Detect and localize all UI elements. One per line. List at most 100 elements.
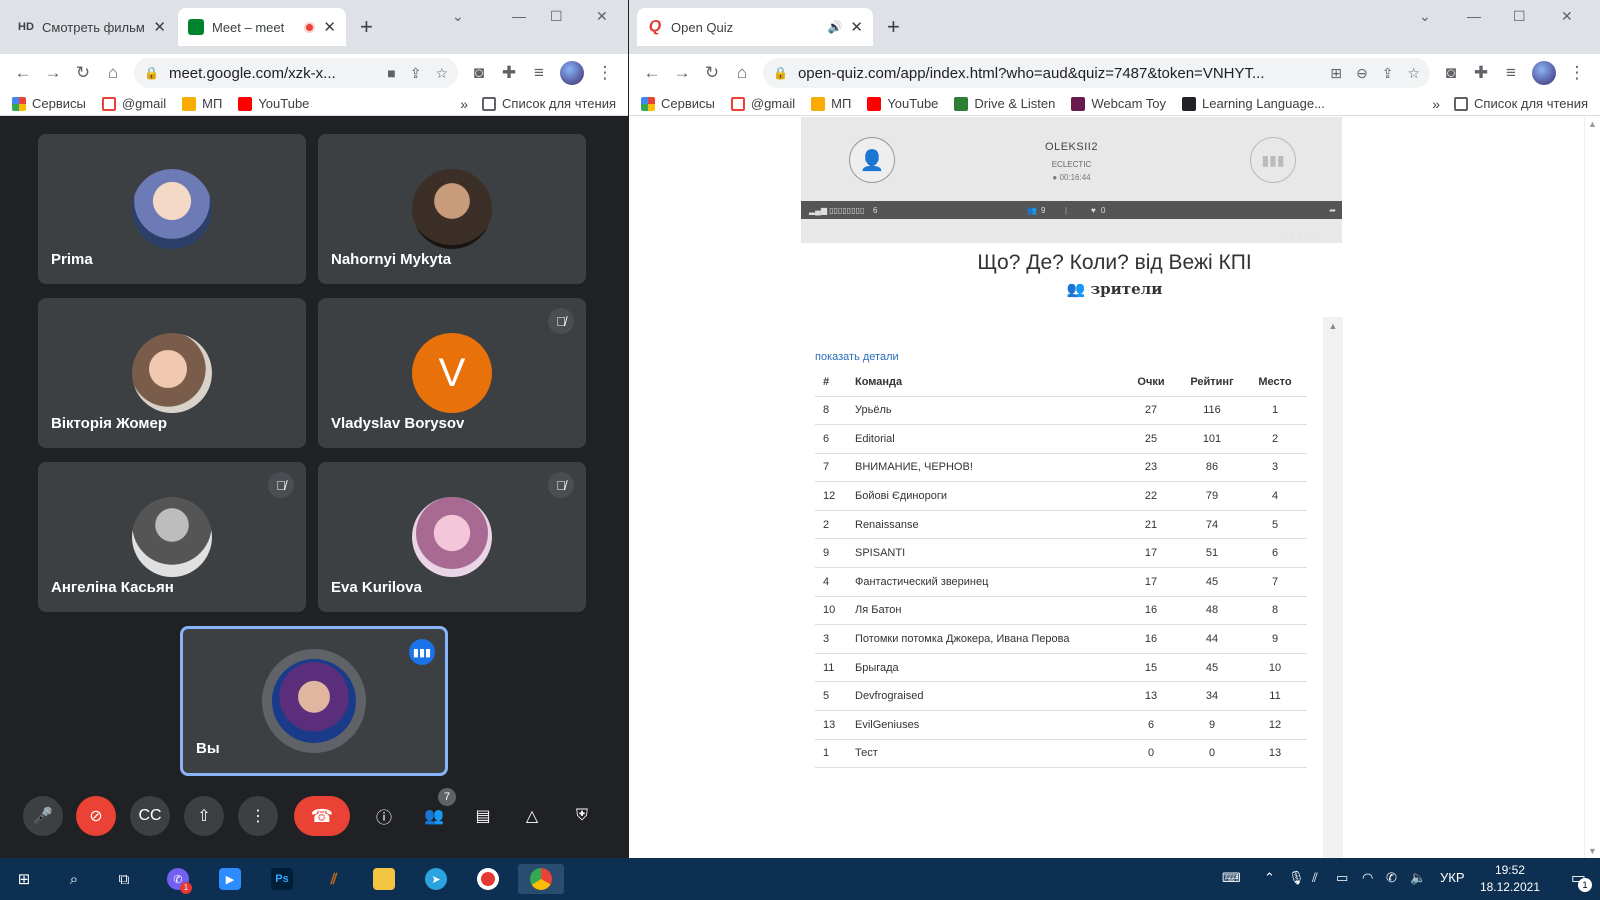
file-explorer-icon[interactable] — [368, 864, 400, 894]
minimize-icon[interactable]: — — [512, 8, 526, 24]
viber-icon[interactable]: ✆ 1 — [162, 864, 194, 894]
telegram-icon[interactable]: ➤ — [420, 864, 452, 894]
captions-button[interactable]: CC — [130, 796, 170, 836]
reading-list[interactable]: Список для чтения — [482, 96, 616, 111]
end-call-button[interactable]: ☎ — [294, 796, 350, 836]
close-icon[interactable]: ✕ — [850, 18, 863, 36]
back-icon[interactable]: ← — [637, 63, 667, 83]
bookmark-webcam-toy[interactable]: Webcam Toy — [1071, 96, 1166, 111]
close-icon[interactable]: ✕ — [323, 18, 336, 36]
tab-open-quiz[interactable]: Q Open Quiz 🔊 ✕ — [637, 8, 873, 46]
participant-tile[interactable]: Ангеліна Касьян 🎙̸ — [38, 462, 306, 612]
forward-icon[interactable]: → — [667, 63, 697, 83]
camera-off-button[interactable]: ⊘ — [76, 796, 116, 836]
task-view-icon[interactable]: ⧉ — [108, 864, 140, 894]
reading-list[interactable]: Список для чтения — [1454, 96, 1588, 111]
close-window-icon[interactable]: ✕ — [596, 8, 608, 25]
screenshot-icon[interactable]: ◙ — [464, 63, 494, 83]
winrar-tray-icon[interactable]: ⫽ — [1312, 870, 1318, 886]
address-bar[interactable]: 🔒 meet.google.com/xzk-x... ■ ⇪ ☆ — [134, 58, 458, 88]
back-icon[interactable]: ← — [8, 63, 38, 83]
heart-icon[interactable]: ♥ — [1091, 206, 1096, 215]
bookmark-gmail[interactable]: @gmail — [101, 96, 166, 111]
home-icon[interactable]: ⌂ — [727, 63, 757, 83]
tab-movie[interactable]: HD Смотреть фильм ✕ — [8, 8, 176, 46]
winrar-icon[interactable]: ⫽ — [318, 864, 350, 894]
bookmark-drive-listen[interactable]: Drive & Listen — [954, 96, 1055, 111]
chat-button[interactable]: ▤ — [463, 796, 503, 836]
reload-icon[interactable]: ↻ — [68, 63, 98, 83]
microphone-button[interactable]: 🎤 — [23, 796, 63, 836]
bookmark-mp[interactable]: МП — [811, 96, 851, 111]
menu-icon[interactable]: ⋮ — [590, 63, 620, 83]
media-icon[interactable]: ≡ — [1496, 63, 1526, 83]
minimize-icon[interactable]: — — [1467, 8, 1481, 24]
zoom-icon[interactable]: ▶ — [214, 864, 246, 894]
extensions-icon[interactable]: ✚ — [1466, 63, 1496, 83]
results-scrollbar[interactable]: ▲ — [1323, 317, 1343, 858]
people-button[interactable]: 👥 7 — [414, 788, 456, 836]
star-icon[interactable]: ☆ — [1407, 65, 1420, 82]
tab-meet[interactable]: Meet – meet ✕ — [178, 8, 346, 46]
screenshot-icon[interactable]: ◙ — [1436, 63, 1466, 83]
menu-icon[interactable]: ⋮ — [1562, 63, 1592, 83]
camera-icon[interactable]: ■ — [387, 65, 395, 81]
maximize-icon[interactable]: ☐ — [550, 8, 563, 25]
bookmark-services[interactable]: Сервисы — [12, 96, 86, 111]
participant-tile[interactable]: Eva Kurilova 🎙̸ — [318, 462, 586, 612]
present-button[interactable]: ⇧ — [184, 796, 224, 836]
tab-search-icon[interactable]: ⌄ — [1419, 8, 1431, 25]
close-icon[interactable]: ✕ — [153, 18, 166, 36]
battery-icon[interactable]: ▭ — [1336, 870, 1348, 886]
search-icon[interactable]: ⌕ — [58, 864, 90, 894]
more-options-button[interactable]: ⋮ — [238, 796, 278, 836]
profile-avatar[interactable] — [560, 61, 584, 85]
close-window-icon[interactable]: ✕ — [1561, 8, 1573, 25]
recorder-icon[interactable] — [472, 864, 504, 894]
new-tab-button[interactable]: + — [360, 13, 373, 41]
show-details-link[interactable]: показать детали — [815, 351, 899, 363]
participant-tile[interactable]: Вікторія Жомер — [38, 298, 306, 448]
more-bookmarks-icon[interactable]: » — [460, 96, 468, 112]
home-icon[interactable]: ⌂ — [98, 63, 128, 83]
share-icon[interactable]: ⇪ — [1382, 65, 1394, 82]
start-icon[interactable]: ⊞ — [8, 864, 40, 894]
bookmark-youtube[interactable]: YouTube — [867, 96, 938, 111]
bookmark-learning-language[interactable]: Learning Language... — [1182, 96, 1325, 111]
wifi-icon[interactable]: ◠ — [1362, 870, 1373, 886]
new-tab-button[interactable]: + — [887, 13, 900, 41]
photoshop-icon[interactable]: Ps — [266, 864, 298, 894]
extensions-icon[interactable]: ✚ — [494, 63, 524, 83]
maximize-icon[interactable]: ☐ — [1513, 8, 1526, 25]
page-scrollbar[interactable]: ▲ ▼ — [1584, 117, 1600, 858]
audio-playing-icon[interactable]: 🔊 — [827, 20, 842, 34]
share-icon[interactable]: ⇪ — [410, 65, 422, 82]
self-tile[interactable]: Вы ▮▮▮ — [180, 626, 448, 776]
viber-tray-icon[interactable]: ✆ — [1386, 870, 1397, 886]
equalizer-icon[interactable]: ▮▮▮ — [1250, 137, 1296, 183]
keyboard-icon[interactable]: ⌨ — [1222, 870, 1241, 886]
translate-icon[interactable]: ⊞ — [1330, 65, 1342, 82]
chevron-up-icon[interactable]: ⌃ — [1264, 870, 1275, 886]
participant-tile[interactable]: V Vladyslav Borysov 🎙̸ — [318, 298, 586, 448]
clock[interactable]: 19:52 18.12.2021 — [1480, 862, 1540, 896]
scroll-up-icon[interactable]: ▲ — [1585, 119, 1600, 129]
info-button[interactable]: ⓘ — [364, 796, 404, 836]
scroll-up-icon[interactable]: ▲ — [1323, 321, 1343, 331]
bookmark-mp[interactable]: МП — [182, 96, 222, 111]
participant-tile[interactable]: Prima — [38, 134, 306, 284]
language-indicator[interactable]: УКР — [1440, 870, 1465, 885]
host-controls-button[interactable]: ⛨ — [562, 796, 602, 836]
tab-search-icon[interactable]: ⌄ — [452, 8, 464, 25]
activities-button[interactable]: △ — [512, 796, 552, 836]
notifications-icon[interactable]: ▭ 1 — [1571, 868, 1592, 892]
chrome-icon[interactable] — [518, 864, 564, 894]
scroll-down-icon[interactable]: ▼ — [1585, 846, 1600, 856]
more-bookmarks-icon[interactable]: » — [1432, 96, 1440, 112]
participant-tile[interactable]: Nahornyi Mykyta — [318, 134, 586, 284]
bookmark-youtube[interactable]: YouTube — [238, 96, 309, 111]
volume-icon[interactable]: 🔈 — [1410, 870, 1426, 886]
star-icon[interactable]: ☆ — [435, 65, 448, 82]
volume-icon[interactable]: ▂▄▆ ▯▯▯▯▯▯▯▯ — [809, 206, 864, 215]
reload-icon[interactable]: ↻ — [697, 63, 727, 83]
